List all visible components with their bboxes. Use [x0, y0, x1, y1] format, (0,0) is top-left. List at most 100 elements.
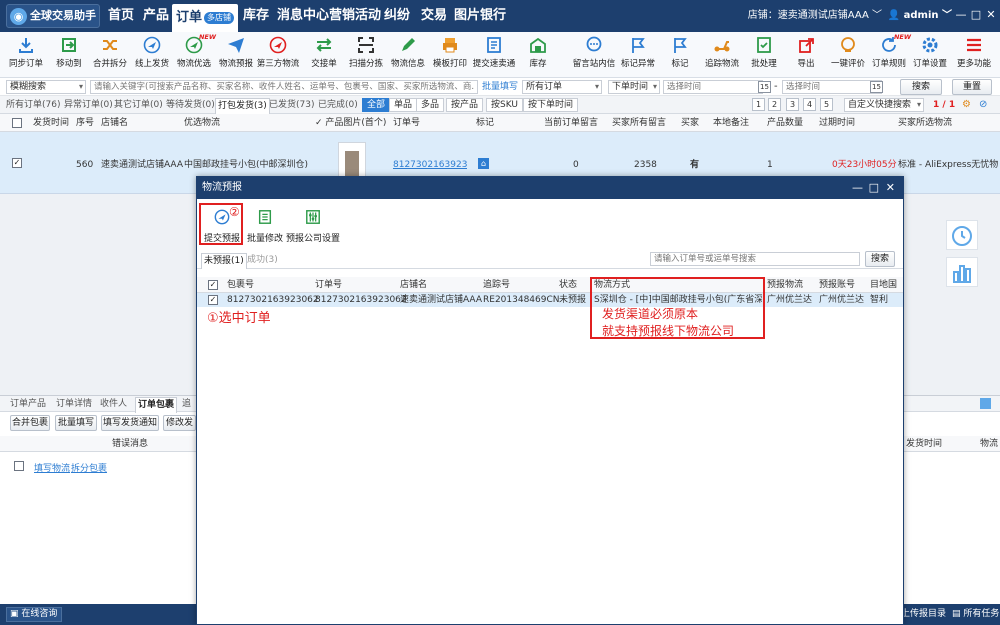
online-consult-button[interactable]: ▣ 在线咨询 — [6, 607, 62, 622]
tab-recipient[interactable]: 收件人 — [98, 397, 129, 413]
reset-button[interactable]: 重置 — [952, 79, 992, 95]
tab-success[interactable]: 成功(3) — [245, 253, 280, 269]
time-type-select[interactable]: 下单时间 — [608, 80, 660, 94]
calendar-icon[interactable]: 15 — [870, 81, 883, 93]
calendar-icon[interactable]: 15 — [758, 81, 771, 93]
tab-awaiting-shipment[interactable]: 等待发货(0) — [164, 98, 217, 114]
tab-all-orders[interactable]: 所有订单(76) — [4, 98, 62, 114]
nav-trade[interactable]: 交易 — [421, 0, 447, 32]
page-2-button[interactable]: 2 — [768, 98, 781, 111]
col-forecast-logistics[interactable]: 预报物流 — [767, 277, 803, 293]
toolbar-move-to[interactable]: 移动到 — [47, 34, 91, 76]
col-buyer[interactable]: 买家 — [681, 114, 699, 132]
toolbar-mark[interactable]: 标记 — [658, 34, 702, 76]
end-date-input[interactable] — [782, 80, 882, 94]
nav-image-bank[interactable]: 图片银行 — [454, 0, 506, 32]
toolbar-batch[interactable]: 批处理 — [742, 34, 786, 76]
filter-chip-multi[interactable]: 多品 — [416, 98, 445, 112]
filter-chip-single[interactable]: 单品 — [389, 98, 418, 112]
batch-fill-button[interactable]: 批量填写 — [55, 415, 97, 431]
expand-icon[interactable] — [980, 398, 991, 409]
user-menu[interactable]: 👤 admin ﹀ — [888, 0, 952, 32]
search-button[interactable]: 搜索 — [900, 79, 942, 95]
batch-edit-button[interactable]: 批量修改 — [246, 209, 284, 244]
nav-products[interactable]: 产品 — [143, 0, 169, 32]
toolbar-inventory[interactable]: 库存 — [516, 34, 560, 76]
col-expire-time[interactable]: 过期时间 — [819, 114, 855, 132]
toolbar-logistics-info[interactable]: 物流信息 — [386, 34, 430, 76]
quick-search-select[interactable]: 自定义快捷搜索 — [844, 98, 924, 112]
bar-chart-icon[interactable] — [946, 257, 978, 287]
toolbar-scan-sort[interactable]: 扫描分拣 — [344, 34, 388, 76]
tab-other-orders[interactable]: 其它订单(0) — [112, 98, 165, 114]
keyword-search-input[interactable] — [90, 80, 478, 94]
page-5-button[interactable]: 5 — [820, 98, 833, 111]
col-forecast-account[interactable]: 预报账号 — [819, 277, 855, 293]
modify-ship-button[interactable]: 修改发货 — [163, 415, 196, 431]
toolbar-merge-split[interactable]: 合并拆分 — [88, 34, 132, 76]
page-3-button[interactable]: 3 — [786, 98, 799, 111]
dialog-search-input[interactable] — [650, 252, 860, 266]
toolbar-handover[interactable]: 交接单 — [302, 34, 346, 76]
fill-logistics-link[interactable]: 填写物流 — [34, 461, 70, 474]
ship-notice-button[interactable]: 填写发货通知 — [101, 415, 159, 431]
tab-completed[interactable]: 已完成(0) — [316, 98, 360, 114]
col-mark[interactable]: 标记 — [476, 114, 494, 132]
filter-chip-by-sku[interactable]: 按SKU — [486, 98, 523, 112]
dialog-search-button[interactable]: 搜索 — [865, 251, 895, 267]
submit-forecast-button[interactable]: 提交预报 — [203, 209, 241, 244]
select-all-checkbox[interactable] — [12, 118, 22, 128]
minimize-icon[interactable]: — — [852, 177, 863, 199]
col-seq[interactable]: 序号 — [76, 114, 94, 132]
toolbar-sync-orders[interactable]: 同步订单 — [4, 34, 48, 76]
all-tasks-button[interactable]: ▤ 所有任务 — [952, 604, 999, 625]
tab-order-products[interactable]: 订单产品 — [8, 397, 48, 413]
toolbar-track-logistics[interactable]: 追踪物流 — [700, 34, 744, 76]
col-quantity[interactable]: 产品数量 — [767, 114, 803, 132]
nav-marketing[interactable]: 营销活动 — [329, 0, 381, 32]
hide-icon[interactable]: ⊘ — [979, 98, 987, 112]
forecast-row-checkbox[interactable]: ✓ — [208, 295, 218, 305]
start-date-input[interactable] — [663, 80, 763, 94]
col-destination[interactable]: 目地国 — [870, 277, 897, 293]
tab-order-packages[interactable]: 订单包裹 — [135, 397, 178, 413]
col-ship-time[interactable]: 发货时间 — [33, 114, 69, 132]
close-icon[interactable]: ✕ — [984, 6, 998, 24]
toolbar-more[interactable]: 更多功能 — [952, 34, 996, 76]
tab-order-details[interactable]: 订单详情 — [54, 397, 94, 413]
col-local-note[interactable]: 本地备注 — [713, 114, 749, 132]
maximize-icon[interactable]: □ — [969, 6, 983, 24]
report-directory-link[interactable]: 查看上传报目录 — [900, 604, 946, 625]
tab-pack-ship[interactable]: 打包发货(3) — [215, 98, 270, 114]
col-store[interactable]: 店铺名 — [101, 114, 128, 132]
nav-inventory[interactable]: 库存 — [243, 0, 269, 32]
toolbar-online-ship[interactable]: 线上发货 — [130, 34, 174, 76]
col-tracking-no[interactable]: 追踪号 — [483, 277, 510, 293]
toolbar-third-party[interactable]: 第三方物流 — [256, 34, 300, 76]
filter-chip-all[interactable]: 全部 — [362, 98, 391, 112]
maximize-icon[interactable]: □ — [869, 177, 879, 199]
split-package-link[interactable]: 拆分包裹 — [71, 461, 107, 474]
forecast-company-settings-button[interactable]: 预报公司设置 — [286, 209, 340, 244]
col-preferred-logistics[interactable]: 优选物流 — [184, 114, 220, 132]
store-selector[interactable]: 店铺：速卖通测试店铺AAA ﹀ — [748, 0, 882, 32]
toolbar-one-click-review[interactable]: 一键评价 — [826, 34, 870, 76]
order-number-link[interactable]: 8127302163923062 — [393, 159, 467, 171]
filter-chip-by-product[interactable]: 按产品 — [446, 98, 484, 112]
toolbar-order-settings[interactable]: 订单设置 — [908, 34, 952, 76]
alarm-clock-icon[interactable] — [946, 220, 978, 250]
col-package-no[interactable]: 包裹号 — [227, 277, 254, 293]
minimize-icon[interactable]: — — [954, 6, 968, 24]
order-type-select[interactable]: 所有订单 — [522, 80, 602, 94]
batch-fill-link[interactable]: 批量填写 — [482, 80, 518, 94]
toolbar-export[interactable]: 导出 — [784, 34, 828, 76]
search-mode-select[interactable]: 模糊搜索 — [6, 80, 86, 94]
nav-home[interactable]: 首页 — [108, 0, 134, 32]
filter-chip-by-order-time[interactable]: 按下单时间 — [523, 98, 579, 112]
house-icon[interactable]: ⌂ — [478, 158, 489, 169]
toolbar-logistics-preferred[interactable]: NEW 物流优选 — [172, 33, 216, 76]
col-forecast-store[interactable]: 店铺名 — [400, 277, 427, 293]
col-forecast-order-no[interactable]: 订单号 — [315, 277, 342, 293]
toolbar-template-print[interactable]: 模板打印 — [428, 34, 472, 76]
page-1-button[interactable]: 1 — [752, 98, 765, 111]
